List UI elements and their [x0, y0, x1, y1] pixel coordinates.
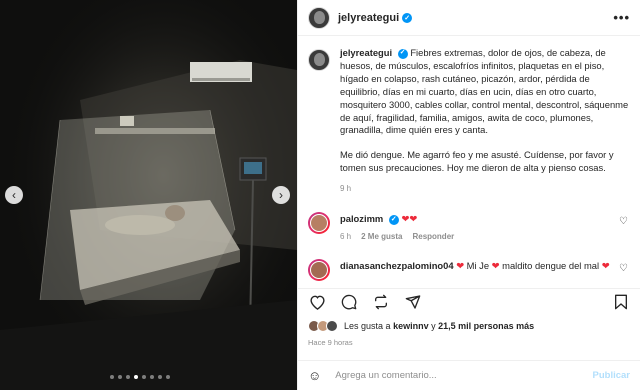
send-icon — [405, 295, 421, 309]
heart-emoji-icon: ❤❤ — [401, 213, 418, 225]
carousel-dots — [110, 375, 170, 379]
repost-button[interactable] — [370, 291, 392, 313]
like-comment-icon[interactable]: ♡ — [619, 263, 628, 274]
verified-badge-icon: ✓ — [402, 12, 413, 23]
comment-item: dianasanchezpalomino04 ❤ Mi Je ❤ maldito… — [308, 259, 630, 282]
caption-text-2: Me dió dengue. Me agarró feo y me asusté… — [340, 149, 614, 174]
author-avatar[interactable] — [308, 6, 330, 29]
heart-emoji-icon: ❤ — [601, 260, 610, 272]
share-button[interactable] — [402, 291, 424, 313]
post-header: jelyreategui ✓ ••• — [298, 0, 640, 36]
commenter-avatar[interactable] — [308, 259, 330, 282]
carousel-dot — [166, 375, 170, 379]
heart-emoji-icon: ❤ — [456, 260, 465, 272]
caption-text: Fiebres extremas, dolor de ojos, de cabe… — [340, 47, 629, 136]
liker-username[interactable]: kewinnv — [393, 321, 429, 331]
likes-summary[interactable]: Les gusta a kewinnv y 21,5 mil personas … — [308, 320, 534, 332]
previous-photo-button[interactable]: ‹ — [5, 186, 23, 204]
comment-username[interactable]: palozimm — [340, 213, 383, 224]
comment-text: maldito dengue del mal — [502, 260, 600, 272]
carousel-dot — [110, 375, 114, 379]
comment-icon — [341, 294, 357, 310]
comments-section[interactable]: jelyreategui ✓ Fiebres extremas, dolor d… — [298, 37, 640, 287]
add-comment-bar: ☺ Publicar — [298, 360, 640, 390]
comment-meta: 6 h 2 Me gusta Responder — [340, 230, 620, 243]
post-media[interactable]: ‹ › — [0, 0, 297, 390]
caption: jelyreategui ✓ Fiebres extremas, dolor d… — [308, 47, 630, 196]
author-username[interactable]: jelyreategui ✓ — [338, 12, 413, 24]
carousel-dot — [150, 375, 154, 379]
comment-username[interactable]: dianasanchezpalomino04 — [340, 260, 454, 271]
comment-text: Mi Je — [466, 260, 490, 272]
post-photo — [0, 0, 297, 390]
publish-button[interactable]: Publicar — [593, 370, 631, 381]
like-button[interactable] — [306, 291, 328, 313]
bookmark-icon — [615, 294, 627, 310]
save-button[interactable] — [610, 291, 632, 313]
post-side-panel: jelyreategui ✓ ••• jelyreategui ✓ Fiebres… — [297, 0, 640, 390]
post-actions — [298, 288, 640, 315]
heart-icon — [309, 295, 325, 310]
verified-badge-icon: ✓ — [397, 48, 408, 59]
chevron-right-icon: › — [279, 188, 283, 202]
more-options-icon[interactable]: ••• — [613, 10, 630, 25]
comment-likes[interactable]: 2 Me gusta — [361, 230, 402, 243]
comment-button[interactable] — [338, 291, 360, 313]
carousel-dot — [134, 375, 138, 379]
heart-emoji-icon: ❤ — [491, 260, 500, 272]
carousel-dot — [142, 375, 146, 379]
emoji-icon[interactable]: ☺ — [308, 368, 321, 383]
commenter-avatar[interactable] — [308, 212, 330, 235]
comment-time: 6 h — [340, 232, 352, 242]
caption-avatar[interactable] — [308, 49, 330, 71]
caption-time: 9 h — [340, 184, 352, 194]
reply-button[interactable]: Responder — [412, 230, 454, 243]
likes-count[interactable]: 21,5 mil personas más — [438, 321, 534, 331]
chevron-left-icon: ‹ — [12, 188, 16, 202]
next-photo-button[interactable]: › — [272, 186, 290, 204]
carousel-dot — [126, 375, 130, 379]
comment-item: palozimm ✓ ❤❤ 6 h 2 Me gusta Responder ♡ — [308, 212, 630, 243]
repost-icon — [375, 294, 387, 310]
post-timestamp: Hace 9 horas — [308, 338, 353, 347]
liker-avatars — [308, 320, 338, 332]
carousel-dot — [158, 375, 162, 379]
carousel-dot — [118, 375, 122, 379]
verified-badge-icon: ✓ — [388, 214, 399, 225]
caption-username[interactable]: jelyreategui — [340, 47, 392, 58]
like-comment-icon[interactable]: ♡ — [619, 216, 628, 227]
comment-input[interactable] — [335, 370, 566, 381]
